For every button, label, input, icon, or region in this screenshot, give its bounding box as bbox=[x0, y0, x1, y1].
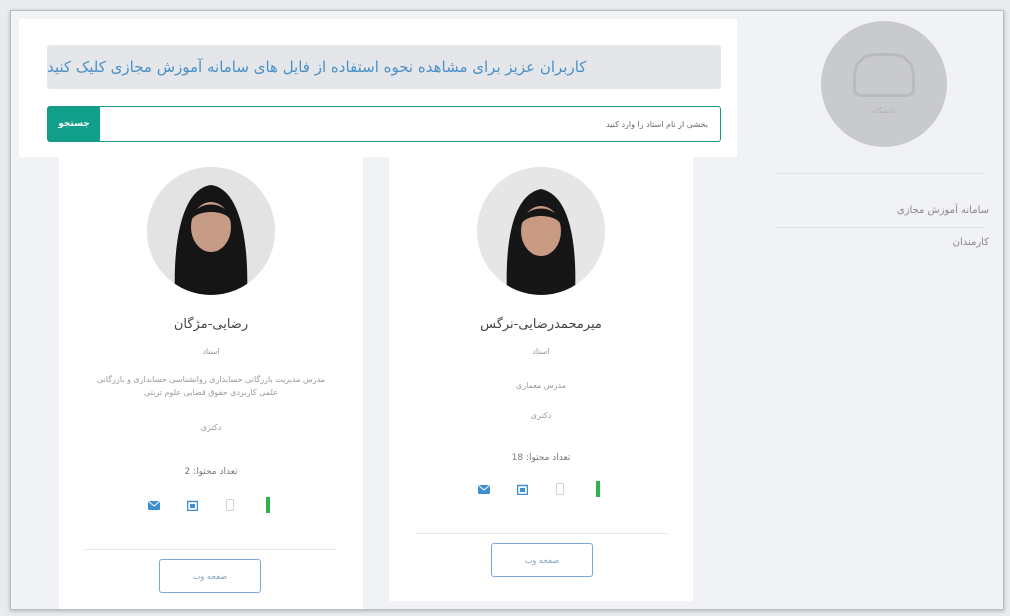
phone-icon[interactable] bbox=[224, 499, 236, 511]
sidebar: دانشگاه سامانه آموزش مجازی کارمندان bbox=[751, 11, 1003, 609]
content-count: تعداد محتوا: 18 bbox=[511, 453, 571, 463]
sidebar-divider bbox=[775, 173, 985, 174]
calendar-icon[interactable] bbox=[186, 499, 198, 511]
teacher-name: رضایی-مژگان bbox=[173, 317, 249, 332]
email-icon[interactable] bbox=[478, 483, 490, 495]
phone-icon[interactable] bbox=[554, 483, 566, 495]
search-bar: جستجو bbox=[47, 106, 721, 142]
teacher-card: میرمحمدرضایی-نرگس استاد مدرس معماری دکتر… bbox=[389, 157, 693, 601]
content-count: تعداد محتوا: 2 bbox=[184, 467, 238, 477]
header-panel: کاربران عزیز برای مشاهده نحوه استفاده از… bbox=[19, 19, 737, 157]
card-divider bbox=[415, 533, 667, 534]
teacher-degree: دکتری bbox=[530, 411, 552, 420]
browser-frame: دانشگاه سامانه آموزش مجازی کارمندان کارب… bbox=[10, 10, 1004, 610]
sidebar-divider bbox=[775, 227, 985, 228]
search-input[interactable] bbox=[100, 107, 720, 141]
help-banner[interactable]: کاربران عزیز برای مشاهده نحوه استفاده از… bbox=[47, 45, 721, 89]
teacher-description: مدرس معماری bbox=[516, 381, 566, 390]
teacher-role: استاد bbox=[202, 347, 220, 356]
search-button[interactable]: جستجو bbox=[48, 107, 100, 141]
teacher-degree: دکتری bbox=[200, 423, 222, 432]
logo-text: دانشگاه bbox=[872, 107, 896, 115]
contact-icons bbox=[389, 481, 693, 497]
university-logo: دانشگاه bbox=[821, 21, 947, 147]
web-page-button[interactable]: صفحه وب bbox=[491, 543, 593, 577]
email-icon[interactable] bbox=[148, 499, 160, 511]
teacher-photo bbox=[147, 167, 275, 295]
teacher-photo bbox=[477, 167, 605, 295]
contact-icons bbox=[59, 497, 363, 513]
teacher-description: مدرس مدیریت بازرگانی حسابداری روانشناسی … bbox=[96, 375, 326, 397]
web-page-button[interactable]: صفحه وب bbox=[159, 559, 261, 593]
card-divider bbox=[85, 549, 337, 550]
teacher-name: میرمحمدرضایی-نرگس bbox=[480, 317, 602, 332]
status-icon bbox=[262, 497, 274, 513]
status-icon bbox=[592, 481, 604, 497]
sidebar-item-virtual-learning[interactable]: سامانه آموزش مجازی bbox=[897, 205, 989, 216]
teacher-role: استاد bbox=[532, 347, 550, 356]
teacher-card: رضایی-مژگان استاد مدرس مدیریت بازرگانی ح… bbox=[59, 157, 363, 609]
logo-emblem-icon bbox=[853, 53, 915, 97]
calendar-icon[interactable] bbox=[516, 483, 528, 495]
sidebar-item-staff[interactable]: کارمندان bbox=[953, 237, 989, 248]
